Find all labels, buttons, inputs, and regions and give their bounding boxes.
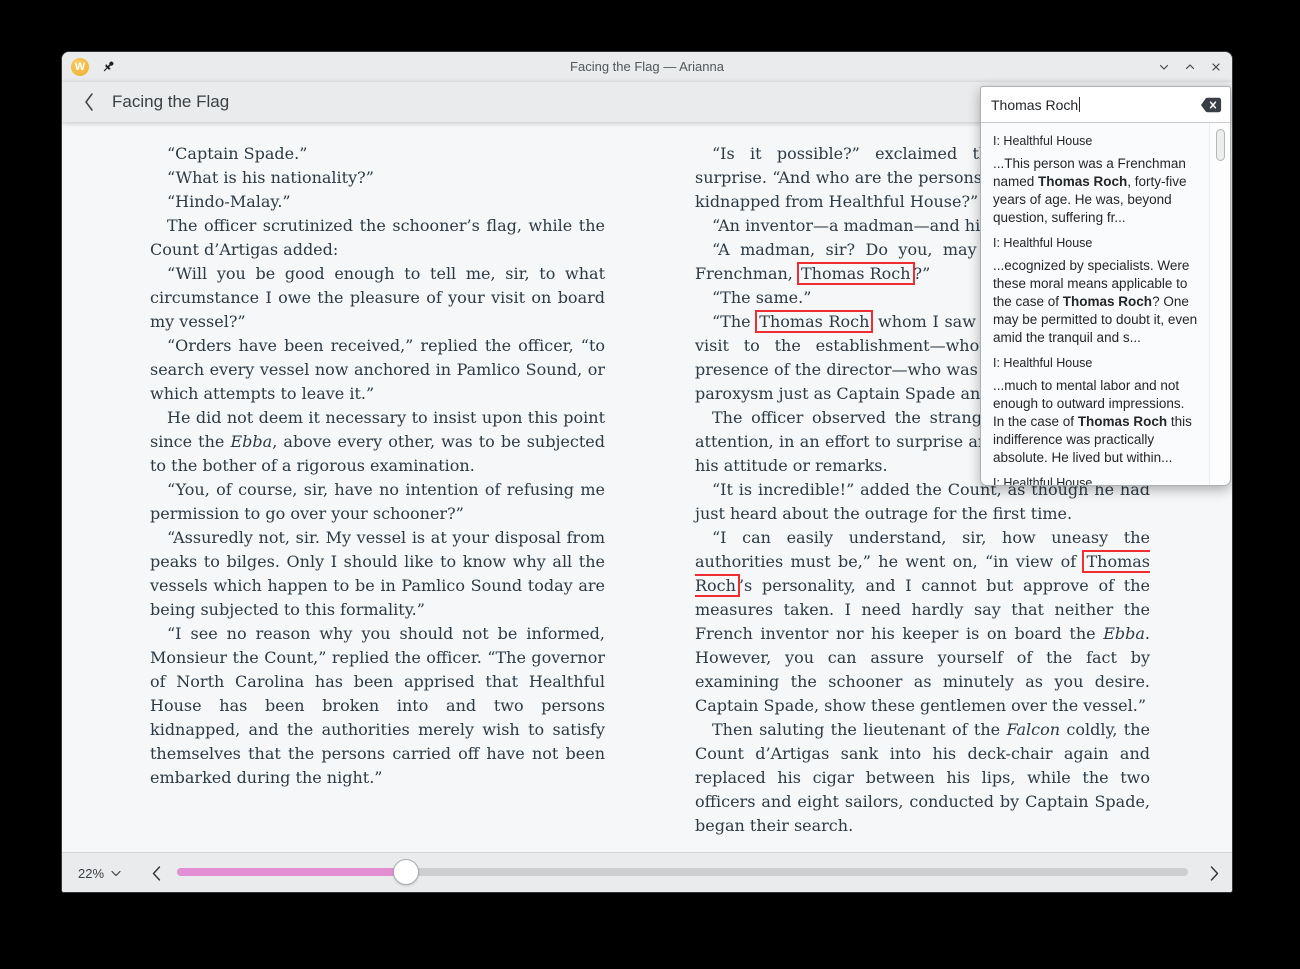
- result-section-label: I: Healthful House: [993, 476, 1198, 485]
- next-page-button[interactable]: [1206, 863, 1222, 883]
- titlebar: W Facing the Flag — Arianna: [62, 52, 1232, 82]
- close-button[interactable]: [1208, 59, 1224, 75]
- search-highlight-box: Thomas Roch: [755, 310, 873, 333]
- result-section-label: I: Healthful House: [993, 236, 1198, 250]
- paragraph: The officer scrutinized the schooner’s f…: [150, 214, 605, 262]
- popup-scrollbar-track[interactable]: [1209, 123, 1230, 485]
- paragraph: “What is his nationality?”: [150, 166, 605, 190]
- paragraph: “I see no reason why you should not be i…: [150, 622, 605, 790]
- paragraph: “Orders have been received,” replied the…: [150, 334, 605, 406]
- bottom-bar: 22%: [62, 852, 1232, 892]
- chevron-down-icon: [111, 870, 121, 877]
- window-title: Facing the Flag — Arianna: [162, 52, 1132, 82]
- back-button[interactable]: [76, 90, 102, 114]
- search-highlight-box: Thomas Roch: [797, 262, 915, 285]
- paragraph: “Captain Spade.”: [150, 142, 605, 166]
- search-result-item[interactable]: I: Healthful House ...much to mental labo…: [993, 356, 1198, 467]
- paragraph: “Hindo-Malay.”: [150, 190, 605, 214]
- search-results-list: I: Healthful House ...This person was a F…: [981, 123, 1230, 485]
- app-icon[interactable]: W: [71, 58, 89, 76]
- page-column-left: “Captain Spade.”“What is his nationality…: [150, 142, 605, 790]
- result-excerpt: ...ecognized by specialists. Were these …: [993, 257, 1198, 347]
- search-popup: Thomas Roch I: Healthful House ...This pe…: [980, 86, 1231, 486]
- search-query-text: Thomas Roch: [991, 97, 1078, 113]
- search-bar: Thomas Roch: [981, 87, 1230, 123]
- progress-slider-fill: [177, 868, 406, 876]
- search-result-item[interactable]: I: Healthful House ...ecognized by specia…: [993, 236, 1198, 347]
- app-window: W Facing the Flag — Arianna: [62, 52, 1232, 892]
- progress-percent-label: 22%: [78, 866, 104, 881]
- progress-slider-handle[interactable]: [393, 859, 419, 885]
- paragraph: Then saluting the lieutenant of the Falc…: [695, 718, 1150, 838]
- pin-icon[interactable]: [100, 59, 116, 75]
- window-controls: [1156, 52, 1224, 82]
- result-excerpt: ...This person was a Frenchman named Tho…: [993, 155, 1198, 227]
- search-input[interactable]: Thomas Roch: [991, 97, 1200, 113]
- result-excerpt: ...much to mental labor and not enough t…: [993, 377, 1198, 467]
- paragraph: “You, of course, sir, have no intention …: [150, 478, 605, 526]
- minimize-button[interactable]: [1156, 59, 1172, 75]
- maximize-button[interactable]: [1182, 59, 1198, 75]
- progress-slider[interactable]: [177, 868, 1188, 876]
- result-section-label: I: Healthful House: [993, 356, 1198, 370]
- desktop-background: W Facing the Flag — Arianna: [0, 0, 1300, 969]
- paragraph: “Will you be good enough to tell me, sir…: [150, 262, 605, 334]
- result-section-label: I: Healthful House: [993, 134, 1198, 148]
- paragraph: “Assuredly not, sir. My vessel is at you…: [150, 526, 605, 622]
- clear-search-button[interactable]: [1200, 97, 1222, 113]
- paragraph: He did not deem it necessary to insist u…: [150, 406, 605, 478]
- popup-scrollbar-thumb[interactable]: [1216, 129, 1225, 161]
- text-cursor: [1079, 97, 1080, 112]
- search-result-item[interactable]: I: Healthful House: [993, 476, 1198, 485]
- previous-page-button[interactable]: [148, 863, 164, 883]
- progress-percent-dropdown[interactable]: 22%: [78, 853, 121, 892]
- book-title: Facing the Flag: [112, 82, 229, 122]
- paragraph: “I can easily understand, sir, how uneas…: [695, 526, 1150, 718]
- search-result-item[interactable]: I: Healthful House ...This person was a F…: [993, 134, 1198, 227]
